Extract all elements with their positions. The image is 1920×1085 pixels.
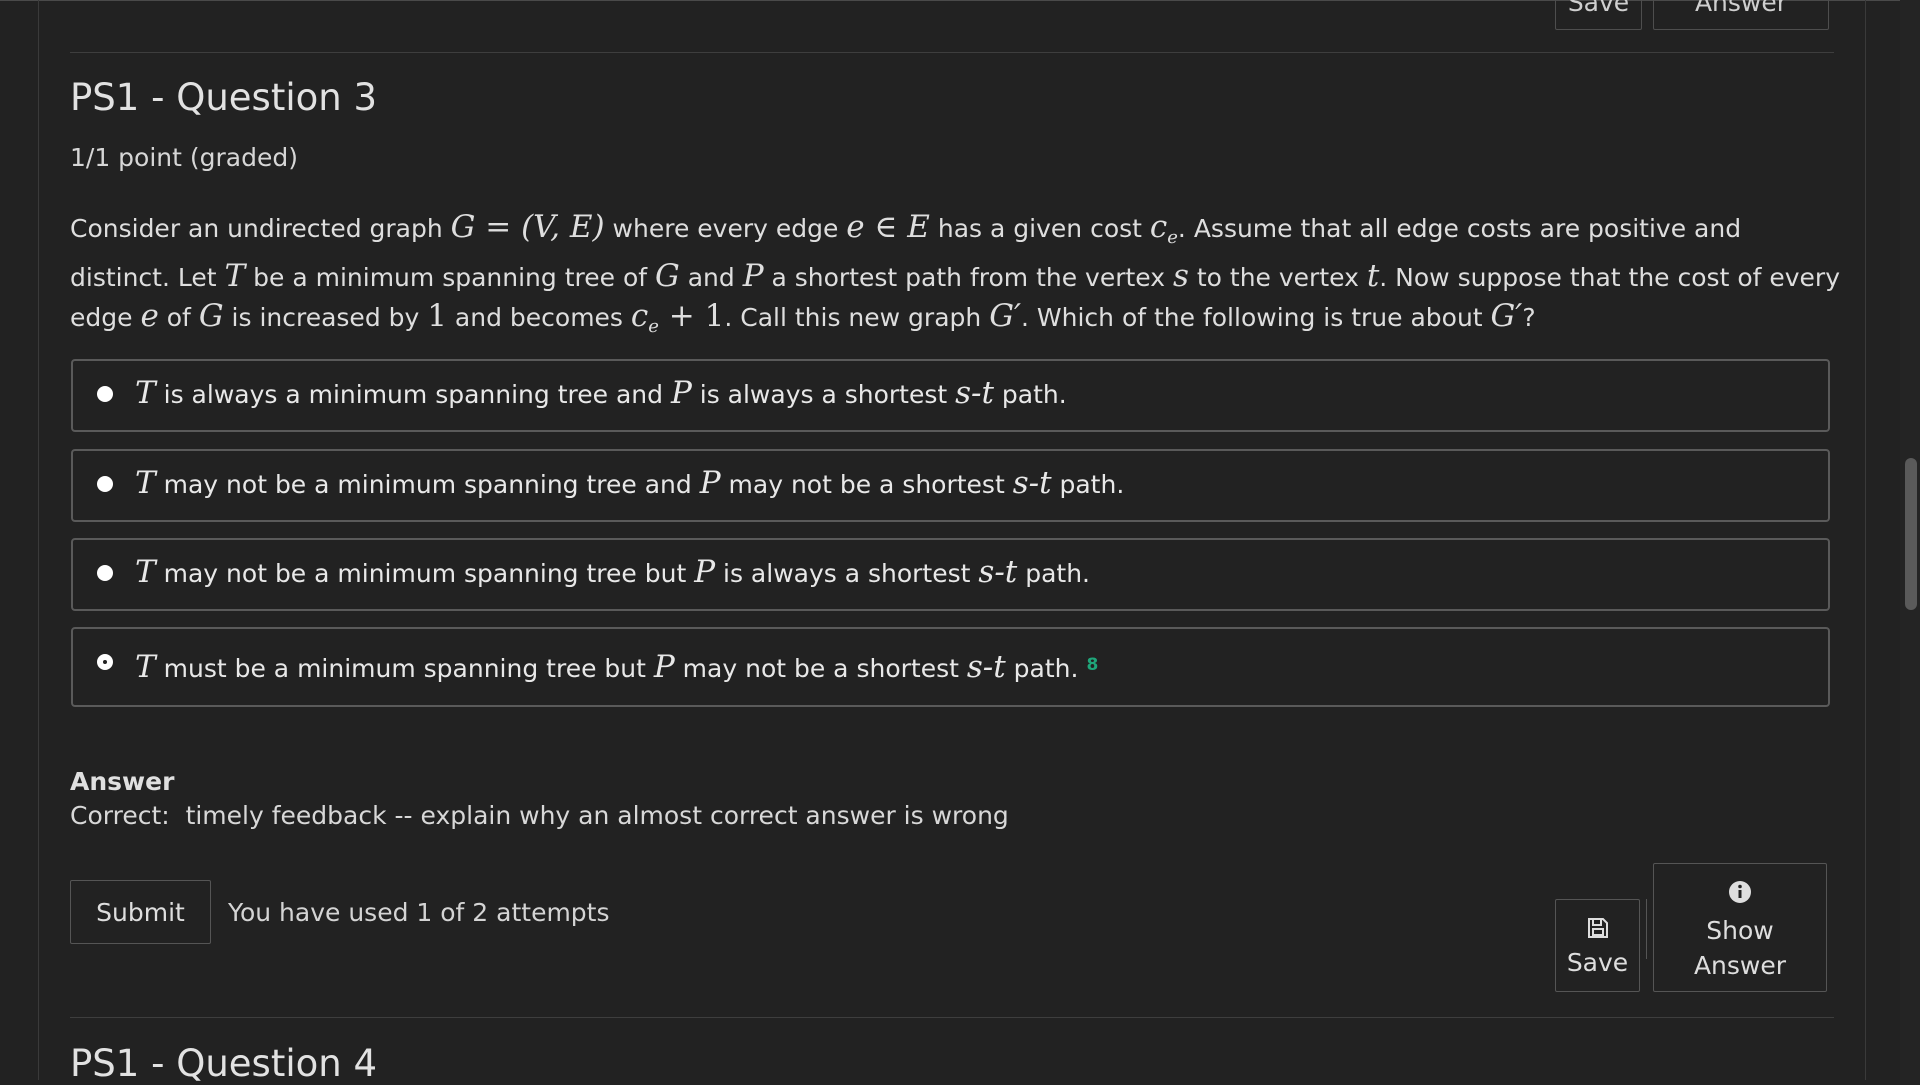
math-P: P (742, 258, 764, 294)
attempts-text: You have used 1 of 2 attempts (228, 898, 610, 927)
button-separator (1646, 899, 1647, 959)
text-part: . Which of the following is true about (1021, 303, 1491, 332)
divider-bottom (70, 1017, 1834, 1018)
text-part: . Call this new graph (724, 303, 990, 332)
math-G: G (654, 258, 680, 294)
prev-save-label: Save (1567, 0, 1630, 17)
option-text: may not be a minimum spanning tree but (155, 559, 695, 588)
math-graph: G = (V, E) (450, 209, 605, 245)
text-part: where every edge (604, 214, 847, 243)
save-button[interactable]: Save (1555, 899, 1640, 992)
option-text: path. (993, 380, 1067, 409)
text-part: and becomes (446, 303, 631, 332)
option-label: T is always a minimum spanning tree and … (135, 375, 1067, 411)
option-text: path. (1051, 470, 1125, 499)
radio-button-selected[interactable] (97, 654, 113, 670)
option-text: may not be a shortest (720, 470, 1013, 499)
math-s: s (1172, 258, 1189, 294)
info-icon (1729, 881, 1751, 903)
save-icon (1587, 918, 1608, 938)
math-G-prime: G′ (989, 298, 1021, 334)
option-label: T may not be a minimum spanning tree and… (135, 465, 1124, 501)
save-label: Save (1566, 948, 1629, 977)
math-cost: c (1149, 209, 1168, 245)
show-answer-button[interactable]: Show Answer (1653, 863, 1827, 992)
option-text: is always a shortest (715, 559, 979, 588)
text-part: of (158, 303, 199, 332)
prev-show-answer-button[interactable]: Answer (1653, 0, 1829, 30)
text-part: to the vertex (1188, 263, 1367, 292)
option-text: path. (1005, 654, 1079, 683)
math-T: T (135, 375, 156, 411)
option-text: may not be a shortest (674, 654, 967, 683)
math-P: P (670, 375, 692, 411)
math-T: T (135, 649, 156, 685)
text-part: be a minimum spanning tree of (253, 263, 655, 292)
text-part: and (679, 263, 743, 292)
radio-button[interactable] (97, 476, 113, 492)
option-text: is always a minimum spanning tree and (155, 380, 671, 409)
math-plus-one: + 1 (658, 298, 725, 334)
math-st: s-t (955, 375, 994, 411)
math-P: P (694, 554, 716, 590)
math-cost: c (630, 298, 649, 334)
text-part: ? (1522, 303, 1536, 332)
math-T: T (224, 258, 246, 294)
math-edge: e ∈ E (846, 209, 930, 245)
math-st: s-t (966, 649, 1006, 685)
prev-save-button[interactable]: Save (1555, 0, 1642, 30)
correct-mark-icon: 8 (1086, 655, 1099, 675)
show-answer-line1: Show (1706, 916, 1774, 945)
text-part: is increased by (223, 303, 428, 332)
option-4-selected[interactable]: T must be a minimum spanning tree but P … (71, 627, 1830, 707)
option-text: path. (1017, 559, 1090, 588)
answer-heading: Answer (70, 767, 175, 796)
math-cost-sub: e (648, 316, 659, 337)
option-label: T must be a minimum spanning tree but P … (135, 649, 1098, 685)
show-answer-line2: Answer (1693, 951, 1787, 980)
math-cost-sub: e (1167, 227, 1178, 248)
math-e: e (140, 298, 159, 334)
option-label: T may not be a minimum spanning tree but… (135, 554, 1090, 590)
option-text: is always a shortest (691, 380, 956, 409)
text-part: a shortest path from the vertex (763, 263, 1173, 292)
question-title: PS1 - Question 3 (70, 76, 378, 119)
text-part: has a given cost (929, 214, 1150, 243)
submit-button[interactable]: Submit (70, 880, 211, 944)
math-one: 1 (427, 298, 447, 334)
math-st: s-t (978, 554, 1018, 590)
math-t: t (1366, 258, 1380, 294)
text-part: Consider an undirected graph (70, 214, 451, 243)
option-text: must be a minimum spanning tree but (155, 654, 654, 683)
radio-button[interactable] (97, 386, 113, 402)
option-text: may not be a minimum spanning tree and (155, 470, 700, 499)
math-G-prime: G′ (1490, 298, 1523, 334)
math-T: T (135, 554, 156, 590)
math-P: P (699, 465, 721, 501)
option-2[interactable]: T may not be a minimum spanning tree and… (71, 449, 1830, 522)
question-text: Consider an undirected graph G = (V, E) … (70, 208, 1840, 346)
divider-top (70, 52, 1834, 53)
math-G: G (198, 298, 224, 334)
content-right-border (1865, 0, 1866, 1080)
math-st: s-t (1012, 465, 1052, 501)
radio-button[interactable] (97, 565, 113, 581)
option-1[interactable]: T is always a minimum spanning tree and … (71, 359, 1830, 432)
option-3[interactable]: T may not be a minimum spanning tree but… (71, 538, 1830, 611)
next-question-title: PS1 - Question 4 (70, 1042, 378, 1085)
question-points: 1/1 point (graded) (70, 143, 298, 172)
content-left-border (38, 0, 39, 1080)
math-P: P (653, 649, 675, 685)
answer-text: Correct: timely feedback -- explain why … (70, 801, 1009, 830)
scrollbar-thumb[interactable] (1905, 458, 1917, 610)
prev-answer-label: Answer (1694, 0, 1788, 17)
math-T: T (135, 465, 156, 501)
